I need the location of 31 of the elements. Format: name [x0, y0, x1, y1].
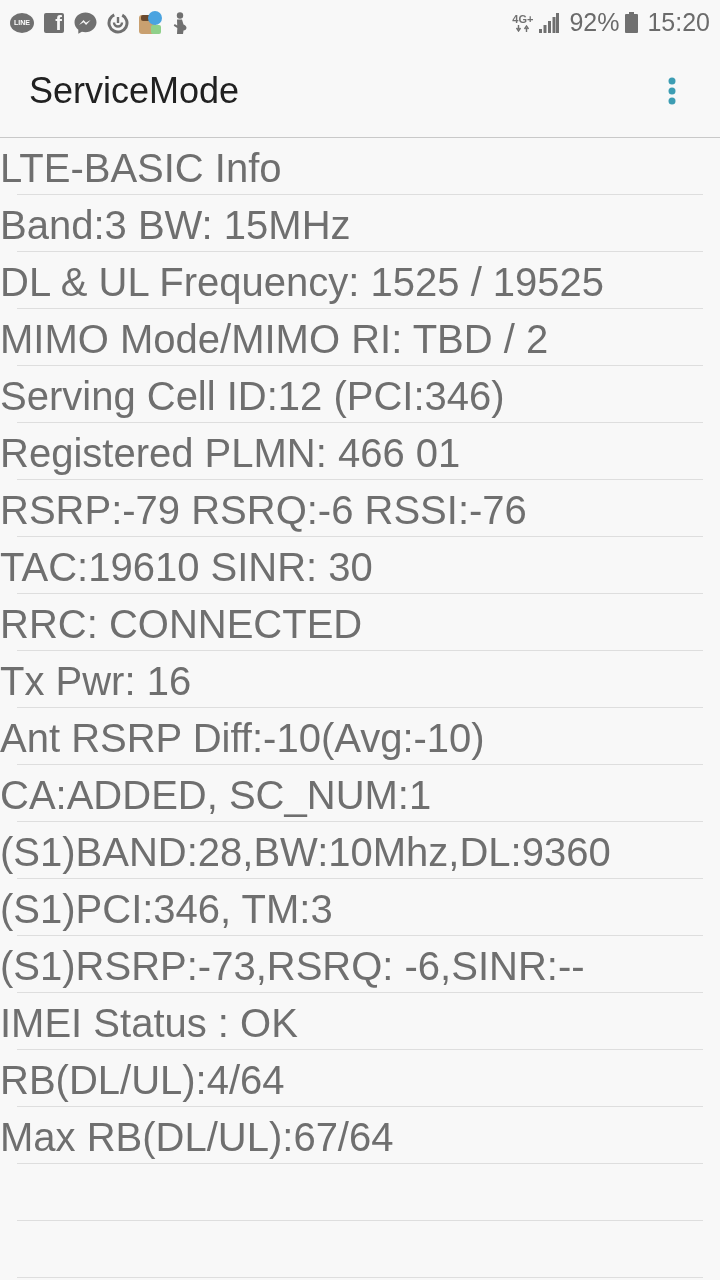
- up-down-arrows-icon: [515, 24, 530, 32]
- letter-tile-logo: f: [44, 12, 64, 33]
- app-tile-icon: [139, 11, 162, 34]
- battery-percent: 92%: [569, 10, 620, 35]
- info-line-text: (S1)BAND:28,BW:10Mhz,DL:9360: [0, 831, 611, 872]
- clock-time: 15:20: [647, 10, 710, 35]
- info-line-text: Tx Pwr: 16: [0, 660, 192, 701]
- info-line-text: Registered PLMN: 466 01: [0, 432, 461, 473]
- info-line-text: RRC: CONNECTED: [0, 603, 363, 644]
- info-line-text: CA:ADDED, SC_NUM:1: [0, 774, 432, 815]
- battery-icon: [625, 12, 639, 33]
- info-line-text: RSRP:-79 RSRQ:-6 RSSI:-76: [0, 489, 527, 530]
- info-line-text: (S1)PCI:346, TM:3: [0, 888, 333, 929]
- more-vertical-icon: [668, 77, 676, 105]
- info-line-text: Ant RSRP Diff:-10(Avg:-10): [0, 717, 485, 758]
- info-line-text: DL & UL Frequency: 1525 / 19525: [0, 261, 605, 302]
- info-line-text: RB(DL/UL):4/64: [0, 1059, 285, 1100]
- person-icon: [172, 11, 188, 34]
- info-line-text: Max RB(DL/UL):67/64: [0, 1116, 394, 1157]
- info-line-text: Serving Cell ID:12 (PCI:346): [0, 375, 505, 416]
- signal-bars-icon: [539, 12, 560, 33]
- info-line-text: (S1)RSRP:-73,RSRQ: -6,SINR:--: [0, 945, 585, 986]
- info-line-text: MIMO Mode/MIMO RI: TBD / 2: [0, 318, 549, 359]
- info-line-text: IMEI Status : OK: [0, 1002, 298, 1043]
- info-line-text: TAC:19610 SINR: 30: [0, 546, 373, 587]
- network-type-label: 4G+: [512, 13, 534, 25]
- info-line-text: LTE-BASIC Info: [0, 147, 282, 188]
- ring-icon: [107, 11, 129, 34]
- app-title: ServiceMode: [29, 73, 240, 109]
- chat-bubble-icon: [74, 11, 97, 34]
- info-line-text: Band:3 BW: 15MHz: [0, 204, 351, 245]
